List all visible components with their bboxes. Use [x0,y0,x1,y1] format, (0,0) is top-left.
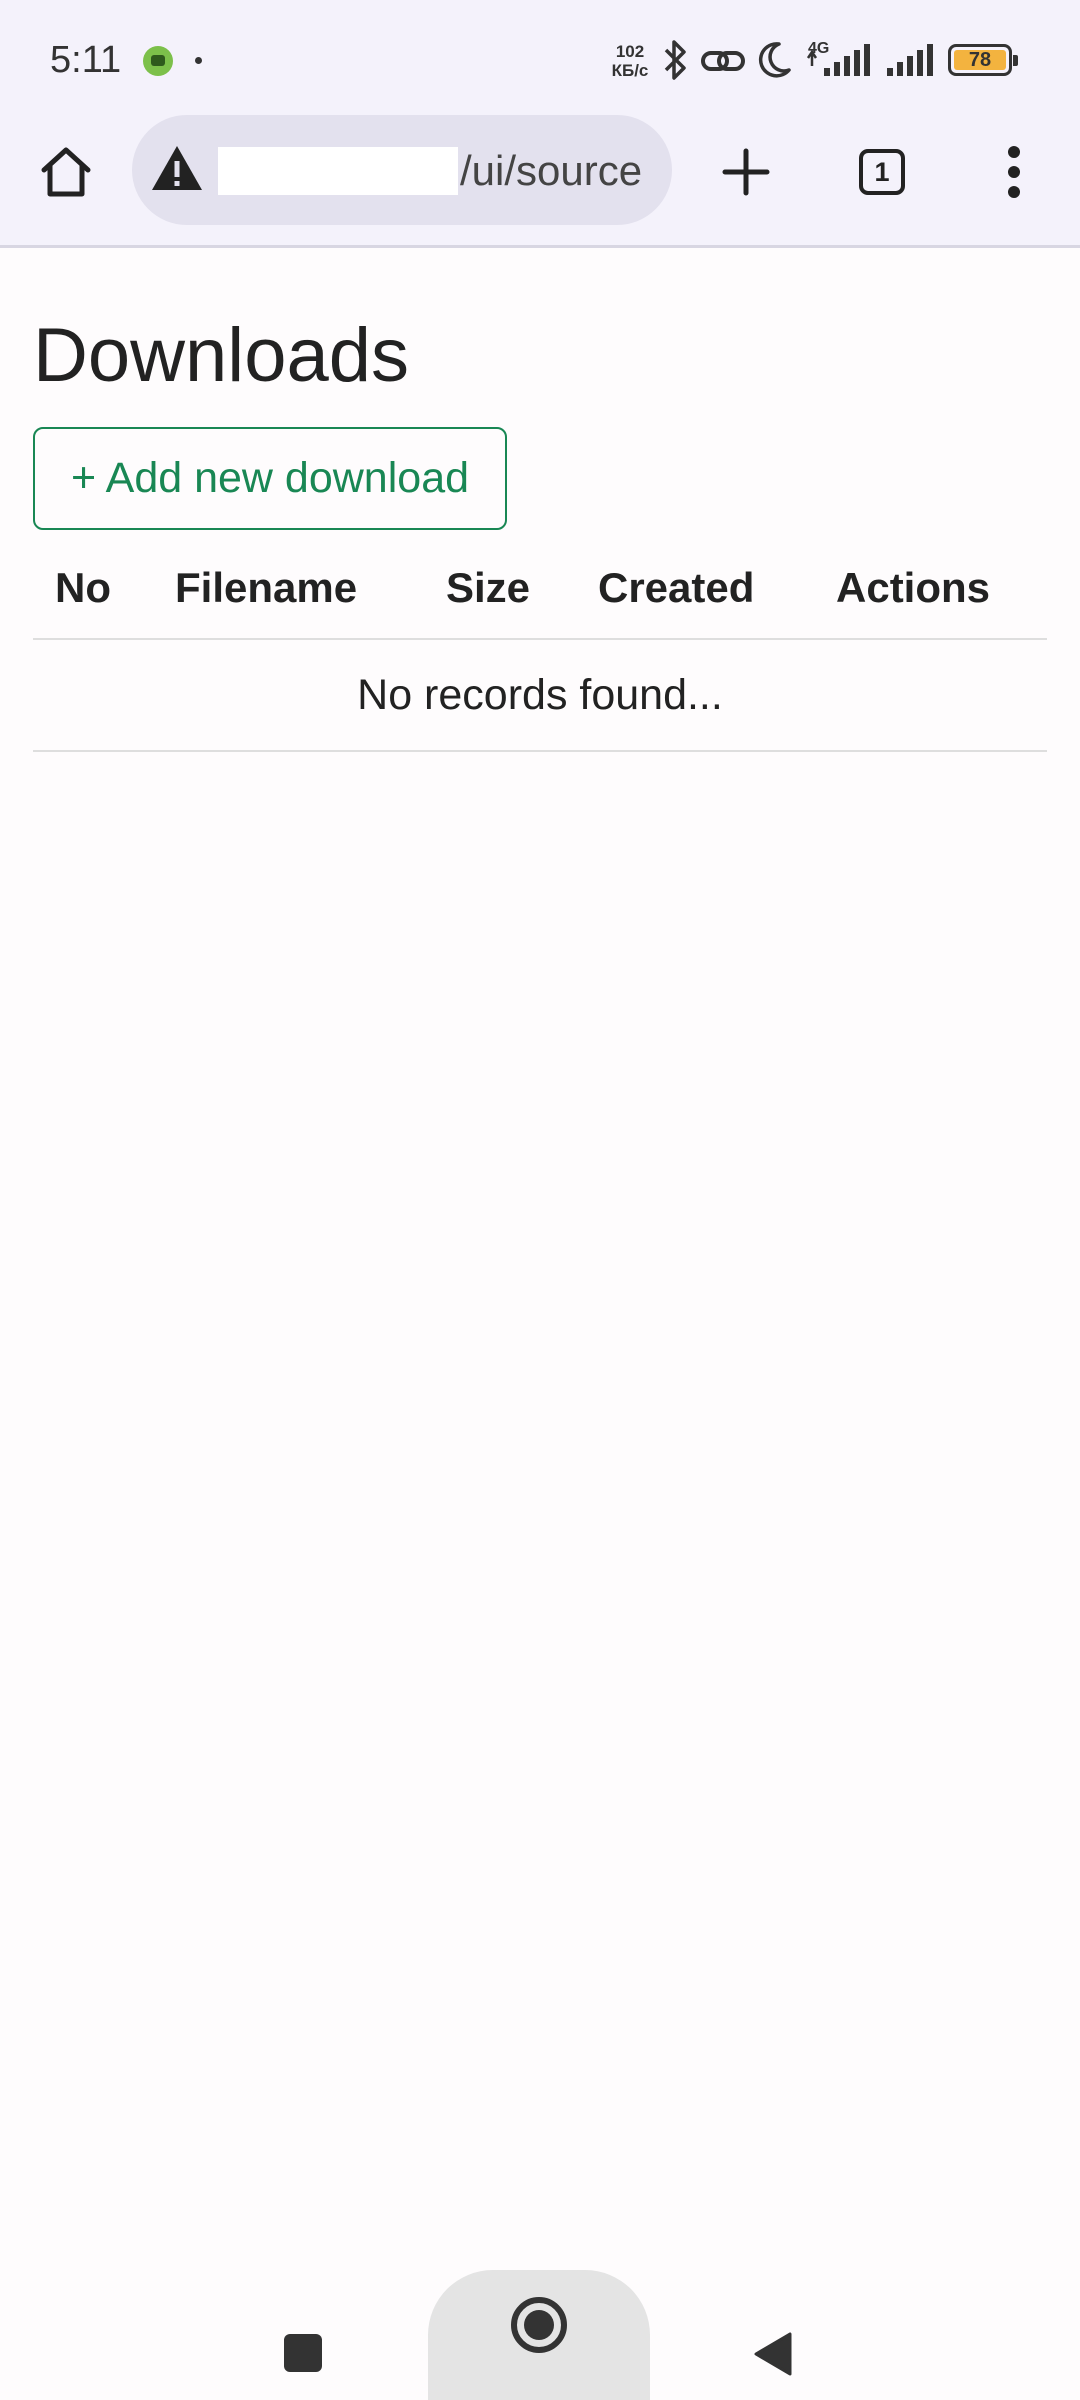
battery-level: 78 [954,49,1006,71]
page-title: Downloads [33,313,409,398]
column-header-no: No [55,564,111,611]
home-button[interactable] [30,136,102,208]
recents-button[interactable] [284,2334,322,2372]
system-navigation-bar [0,2240,1080,2400]
empty-state-message: No records found... [33,640,1047,752]
home-nav-button[interactable] [428,2270,650,2400]
more-notifications-dot [195,57,202,64]
more-vert-icon [1008,146,1020,198]
column-header-actions: Actions [836,564,991,611]
column-header-size: Size [446,564,531,611]
link-icon [701,51,745,71]
browser-menu-button[interactable] [978,136,1050,208]
url-bar[interactable]: /ui/source [132,115,672,225]
column-header-created: Created [598,564,755,611]
app-notification-icon [143,46,173,76]
signal-icon-sim2 [887,44,933,76]
column-header-filename: Filename [175,564,358,611]
url-host-redacted [218,147,458,195]
home-circle-icon [511,2297,567,2353]
status-bar: 5:11 102 КБ/с 4G 78 [0,0,1080,110]
battery-icon: 78 [948,44,1018,76]
signal-icon [806,44,870,76]
tabs-icon: 1 [859,149,905,195]
browser-toolbar: /ui/source 1 [0,110,1080,248]
network-speed-unit: КБ/с [611,61,649,80]
table-header: No Filename Size Created Actions [33,548,1047,640]
new-tab-button[interactable] [710,136,782,208]
warning-icon[interactable] [150,143,204,193]
downloads-table: No Filename Size Created Actions No reco… [33,548,1047,752]
bluetooth-icon [664,40,686,80]
url-text: /ui/source [460,147,643,194]
home-icon [41,147,91,197]
plus-icon [722,148,770,196]
tab-switcher-button[interactable]: 1 [846,136,918,208]
status-time: 5:11 [50,39,122,81]
add-new-download-button[interactable]: + Add new download [33,427,507,530]
network-speed: 102 КБ/с [608,42,652,80]
do-not-disturb-icon [758,42,791,78]
back-button[interactable] [752,2330,794,2378]
network-speed-value: 102 [615,42,645,61]
